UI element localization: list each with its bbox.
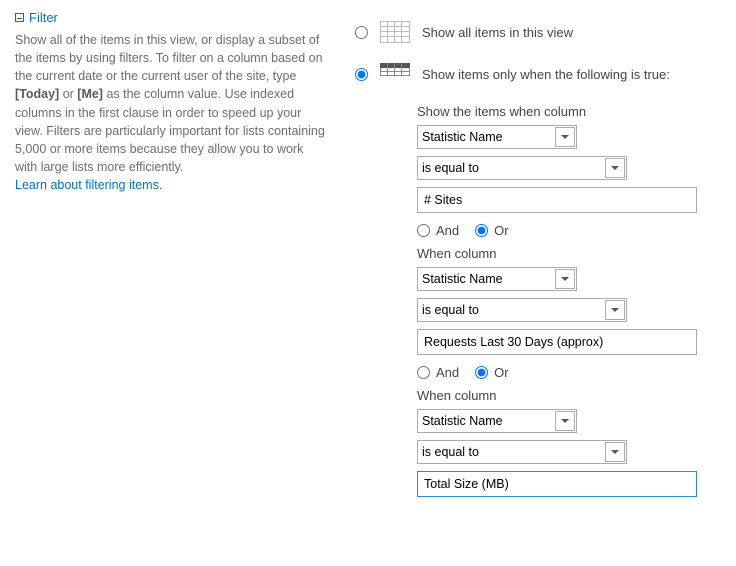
mode-filter-radio[interactable] xyxy=(355,68,368,81)
or-label-1: Or xyxy=(494,223,508,238)
mode-filter-label: Show items only when the following is tr… xyxy=(422,67,670,82)
column-select-2[interactable]: Statistic Name xyxy=(417,267,577,291)
filter-description: Show all of the items in this view, or d… xyxy=(15,31,325,194)
and-label-2: And xyxy=(436,365,459,380)
table-all-icon xyxy=(378,20,412,44)
learn-filtering-link[interactable]: Learn about filtering items. xyxy=(15,178,162,192)
column-select-1[interactable]: Statistic Name xyxy=(417,125,577,149)
mode-all-label: Show all items in this view xyxy=(422,25,573,40)
when-label-2: When column xyxy=(417,246,721,261)
or-radio-2[interactable] xyxy=(475,366,488,379)
desc-or: or xyxy=(59,87,77,101)
operator-select-3[interactable]: is equal to xyxy=(417,440,627,464)
operator-select-2[interactable]: is equal to xyxy=(417,298,627,322)
collapse-icon[interactable] xyxy=(15,13,24,22)
operator-select-1[interactable]: is equal to xyxy=(417,156,627,180)
or-label-2: Or xyxy=(494,365,508,380)
desc-part1: Show all of the items in this view, or d… xyxy=(15,33,323,83)
desc-me: [Me] xyxy=(77,87,103,101)
section-title: Filter xyxy=(29,10,58,25)
when-label-3: When column xyxy=(417,388,721,403)
and-radio-2[interactable] xyxy=(417,366,430,379)
value-input-3[interactable] xyxy=(417,471,697,497)
filter-intro-label: Show the items when column xyxy=(417,104,721,119)
and-radio-1[interactable] xyxy=(417,224,430,237)
value-input-2[interactable] xyxy=(417,329,697,355)
or-radio-1[interactable] xyxy=(475,224,488,237)
and-label-1: And xyxy=(436,223,459,238)
mode-all-radio[interactable] xyxy=(355,26,368,39)
value-input-1[interactable] xyxy=(417,187,697,213)
column-select-3[interactable]: Statistic Name xyxy=(417,409,577,433)
table-filter-icon xyxy=(378,62,412,86)
desc-today: [Today] xyxy=(15,87,59,101)
